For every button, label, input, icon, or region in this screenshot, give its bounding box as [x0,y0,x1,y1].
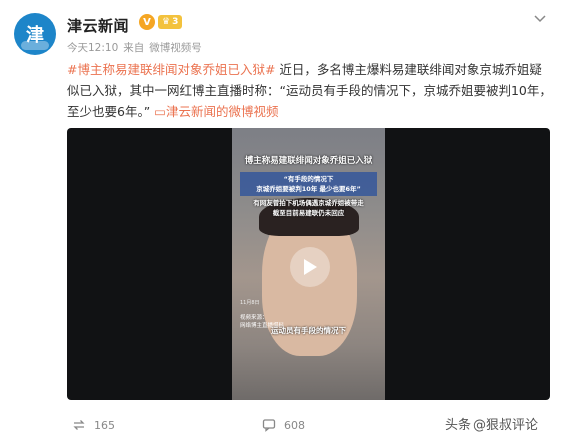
video-quote: “有手段的情况下 京城乔姐要被判10年 最少也要6年” [240,172,377,196]
watermark: 头条 @狠叔评论 [445,414,538,433]
author-name[interactable]: 津云新闻 [67,15,129,36]
video-news: 有网友曾拍下机场偶遇京城乔姐被带走 截至目前易建联仍未回应 [234,198,383,218]
video-quote-line2: 京城乔姐要被判10年 最少也要6年” [256,185,361,193]
video-player[interactable]: 博主称易建联绯闻对象乔姐已入狱 “有手段的情况下 京城乔姐要被判10年 最少也要… [67,128,550,400]
avatar[interactable]: 津 [14,13,56,55]
source-prefix: 来自 [123,42,145,54]
video-source-line1: 视频来源： [240,315,268,321]
video-title: 博主称易建联绯闻对象乔姐已入狱 [244,156,373,166]
level-badge: ♛ 3 [158,15,183,29]
video-stamp: 11月8日 [240,300,260,306]
repost-icon [73,420,85,430]
comment-button[interactable]: 608 [262,418,305,432]
watermark-handle: @狠叔评论 [473,418,539,433]
post-meta: 今天12:10 来自 微博视频号 [67,40,202,55]
video-link[interactable]: ▭津云新闻的微博视频 [154,104,278,119]
video-link-icon: ▭ [154,104,166,119]
source-app[interactable]: 微博视频号 [149,40,202,55]
video-news-line2: 截至目前易建联仍未回应 [272,209,345,217]
watermark-prefix: 头条 [445,418,472,433]
post-time[interactable]: 今天12:10 [67,40,118,55]
comment-icon [262,419,276,432]
post-content: #博主称易建联绯闻对象乔姐已入狱# 近日，多名博主爆料易建联绯闻对象京城乔姐疑似… [67,59,553,122]
level-number: 3 [172,17,179,27]
chevron-down-icon[interactable] [531,10,549,28]
repost-count: 165 [94,418,115,432]
play-icon[interactable] [290,247,330,287]
video-news-line1: 有网友曾拍下机场偶遇京城乔姐被带走 [253,199,364,207]
video-caption: 运动员有手段的情况下 [271,326,346,335]
video-link-label: 津云新闻的微博视频 [165,104,279,119]
cloud-icon [21,41,49,50]
verified-mark: V [143,16,151,28]
video-quote-line1: “有手段的情况下 [283,175,334,183]
hashtag-link[interactable]: #博主称易建联绯闻对象乔姐已入狱# [67,62,275,77]
comment-count: 608 [284,418,305,432]
repost-button[interactable]: 165 [72,418,115,432]
crown-icon: ♛ [162,17,171,27]
verified-badge-icon: V [139,14,155,30]
